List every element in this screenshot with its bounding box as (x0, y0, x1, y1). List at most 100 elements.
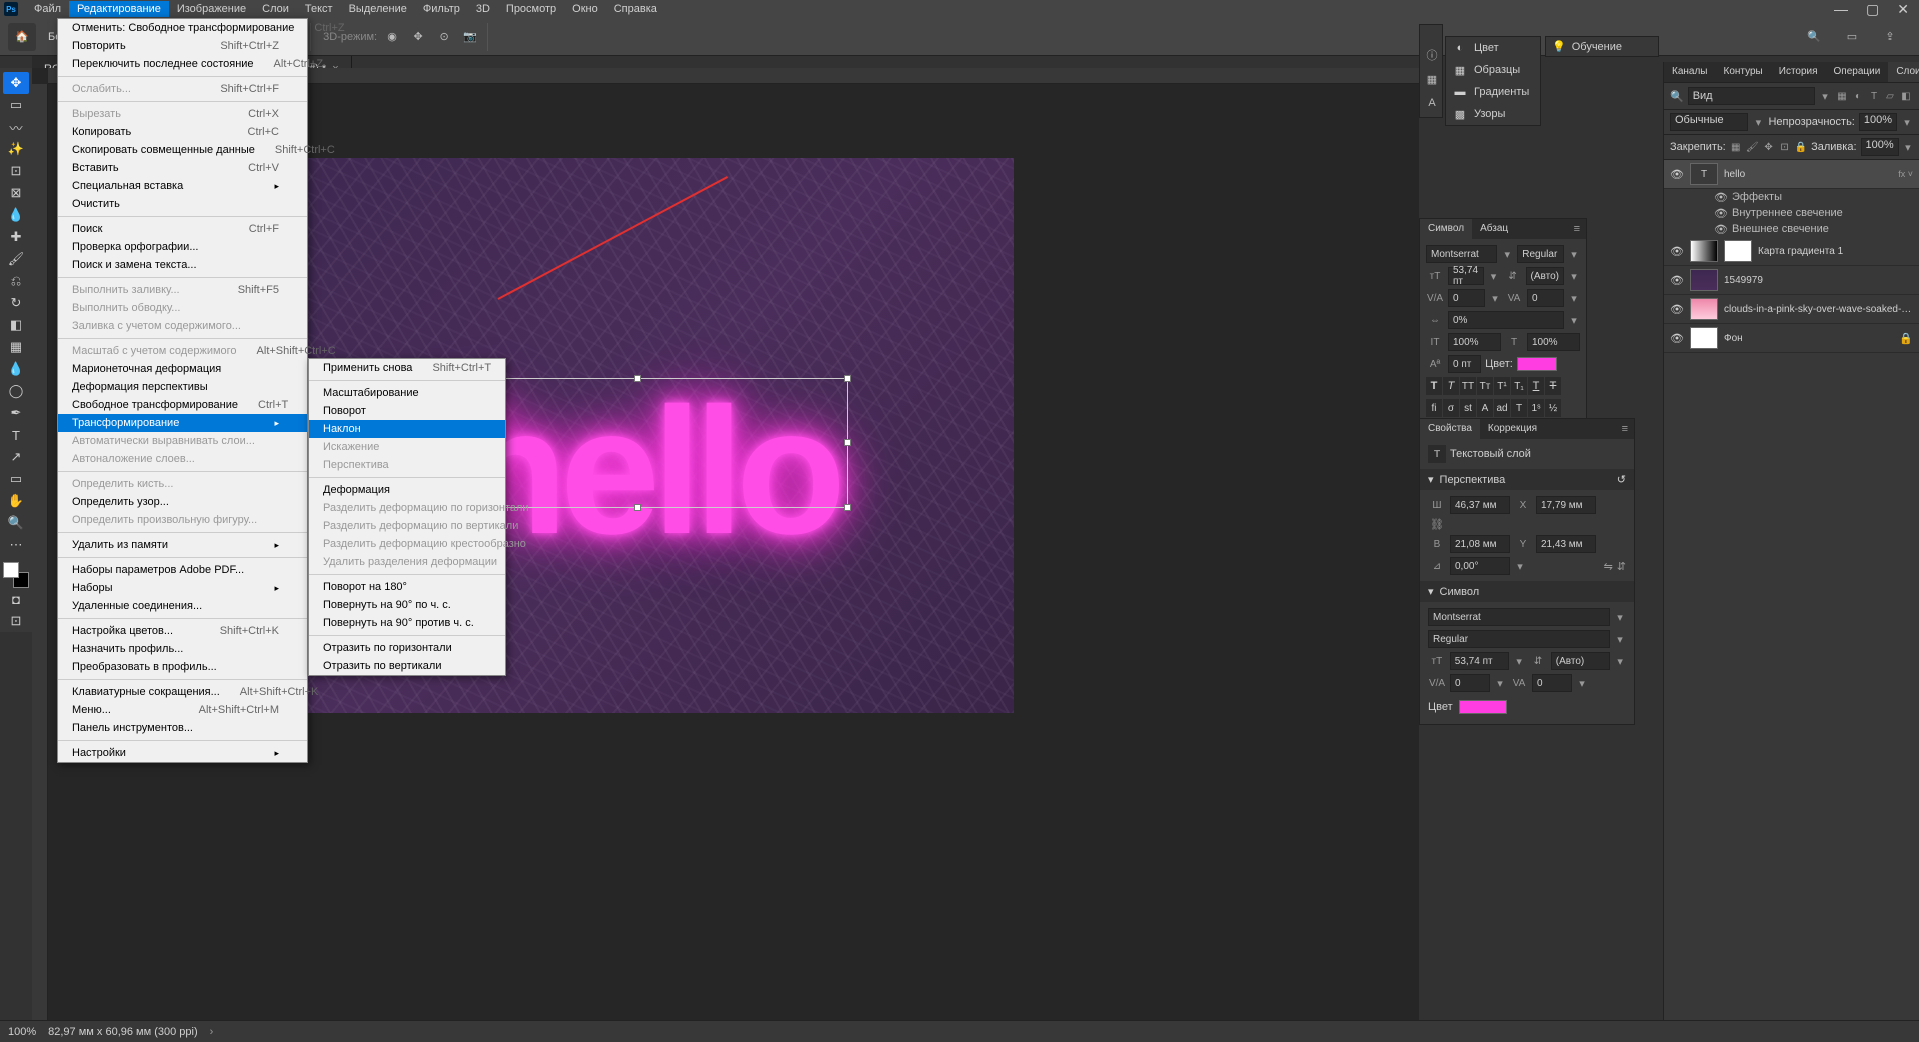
layer-thumbnail[interactable] (1690, 298, 1718, 320)
3d-pan-icon[interactable]: ✥ (407, 26, 429, 48)
menu-item[interactable]: Повернуть на 90° по ч. с. (309, 596, 505, 614)
crop-tool[interactable]: ⊡ (3, 160, 29, 182)
angle-field[interactable]: 0,00° (1450, 557, 1510, 575)
chevron-right-icon[interactable]: › (210, 1026, 214, 1038)
menu-3d[interactable]: 3D (468, 1, 498, 17)
menu-item[interactable]: Поиск и замена текста... (58, 256, 307, 274)
transform-submenu[interactable]: Применить сноваShift+Ctrl+TМасштабирован… (308, 358, 506, 676)
menu-file[interactable]: Файл (26, 1, 69, 17)
close-icon[interactable]: ✕ (1897, 1, 1909, 18)
tab-paths[interactable]: Контуры (1716, 62, 1771, 82)
3d-cam-icon[interactable]: 📷 (459, 26, 481, 48)
menu-item[interactable]: ПоискCtrl+F (58, 220, 307, 238)
lasso-tool[interactable]: 〰 (3, 116, 29, 138)
ruler-vertical[interactable] (32, 84, 48, 1020)
home-icon[interactable]: 🏠 (8, 23, 36, 51)
lock-paint-icon[interactable]: 🖌 (1746, 140, 1759, 154)
stamp-tool[interactable]: ⎌ (3, 270, 29, 292)
menu-item[interactable]: Свободное трансформированиеCtrl+T (58, 396, 307, 414)
superscript-btn[interactable]: T¹ (1494, 377, 1510, 395)
handle-mr[interactable] (844, 439, 851, 446)
lig-T1-btn[interactable]: T (1511, 399, 1527, 417)
menu-item[interactable]: Очистить (58, 195, 307, 213)
screenmode-tool[interactable]: ⊡ (3, 610, 29, 632)
menu-view[interactable]: Просмотр (498, 1, 564, 17)
lock-nest-icon[interactable]: ⊡ (1779, 140, 1791, 154)
link-icon[interactable]: ⛓ (1428, 518, 1446, 531)
filter-type-icon[interactable]: T (1867, 89, 1881, 103)
menu-filter[interactable]: Фильтр (415, 1, 468, 17)
menu-item[interactable]: Назначить профиль... (58, 640, 307, 658)
layer-effect[interactable]: 👁Внутреннее свечение (1664, 205, 1919, 221)
menu-item[interactable]: Специальная вставка (58, 177, 307, 195)
prop-font-field[interactable]: Montserrat (1428, 608, 1610, 626)
italic-btn[interactable]: T (1443, 377, 1459, 395)
filter-pixel-icon[interactable]: ▦ (1835, 89, 1849, 103)
fx-indicator[interactable]: fx ˅ (1898, 169, 1913, 179)
type-tool[interactable]: T (3, 424, 29, 446)
visibility-icon[interactable]: 👁 (1670, 245, 1684, 258)
pen-tool[interactable]: ✒ (3, 402, 29, 424)
prop-color-chip[interactable] (1459, 700, 1507, 714)
heal-tool[interactable]: ✚ (3, 226, 29, 248)
menu-item[interactable]: Удалить из памяти (58, 536, 307, 554)
3d-orbit-icon[interactable]: ◉ (381, 26, 403, 48)
section-character[interactable]: ▾Символ (1420, 581, 1634, 602)
section-perspective[interactable]: ▾Перспектива↺ (1420, 469, 1634, 490)
frame-tool[interactable]: ⊠ (3, 182, 29, 204)
lig-ad-btn[interactable]: ad (1494, 399, 1510, 417)
handle-br[interactable] (844, 504, 851, 511)
tab-channels[interactable]: Каналы (1664, 62, 1716, 82)
menu-item[interactable]: Отразить по горизонтали (309, 639, 505, 657)
eyedropper-tool[interactable]: 💧 (3, 204, 29, 226)
menu-item[interactable]: Поворот на 180° (309, 578, 505, 596)
dodge-tool[interactable]: ◯ (3, 380, 29, 402)
smallcaps-btn[interactable]: Tᴛ (1477, 377, 1493, 395)
visibility-icon[interactable]: 👁 (1670, 332, 1684, 345)
more-tools[interactable]: ⋯ (3, 534, 29, 556)
menu-item[interactable]: Определить узор... (58, 493, 307, 511)
menu-item[interactable]: Наборы (58, 579, 307, 597)
lig-btn[interactable]: σ (1443, 399, 1459, 417)
lock-pos-icon[interactable]: ✥ (1763, 140, 1775, 154)
menu-layers[interactable]: Слои (254, 1, 297, 17)
brush-tool[interactable]: 🖌 (3, 248, 29, 270)
layer-effect[interactable]: 👁Эффекты (1664, 189, 1919, 205)
layer-thumbnail[interactable] (1690, 240, 1718, 262)
layer-row[interactable]: 👁clouds-in-a-pink-sky-over-wave-soaked-b… (1664, 295, 1919, 324)
menu-item[interactable]: Отменить: Свободное трансформированиеCtr… (58, 19, 307, 37)
layer-row[interactable]: 👁Фон🔒 (1664, 324, 1919, 353)
allcaps-btn[interactable]: TT (1460, 377, 1476, 395)
panel-menu-icon[interactable]: ≡ (1616, 419, 1634, 439)
learn-panel[interactable]: 💡 Обучение (1545, 36, 1659, 57)
visibility-icon[interactable]: 👁 (1670, 303, 1684, 316)
prop-size-field[interactable]: 53,74 пт (1450, 652, 1509, 670)
tab-actions[interactable]: Операции (1826, 62, 1889, 82)
maximize-icon[interactable]: ▢ (1866, 1, 1879, 18)
lig-st-btn[interactable]: st (1460, 399, 1476, 417)
height-field[interactable]: 21,08 мм (1450, 535, 1510, 553)
quickmask-tool[interactable]: ◘ (3, 588, 29, 610)
tab-history[interactable]: История (1771, 62, 1826, 82)
history-brush-tool[interactable]: ↻ (3, 292, 29, 314)
menu-edit[interactable]: Редактирование (69, 1, 169, 17)
filter-shape-icon[interactable]: ▱ (1883, 89, 1897, 103)
opacity-field[interactable]: 100% (1859, 113, 1897, 131)
handle-tm[interactable] (634, 375, 641, 382)
menu-item[interactable]: КопироватьCtrl+C (58, 123, 307, 141)
layer-row[interactable]: 👁Карта градиента 1 (1664, 237, 1919, 266)
menu-item[interactable]: Скопировать совмещенные данныеShift+Ctrl… (58, 141, 307, 159)
kerning-field[interactable]: 0 (1527, 289, 1564, 307)
menu-window[interactable]: Окно (564, 1, 606, 17)
menu-item[interactable]: Деформация (309, 481, 505, 499)
swatch-icon[interactable]: ▦ (1422, 69, 1442, 89)
zoom-tool[interactable]: 🔍 (3, 512, 29, 534)
hscale-field[interactable]: 0% (1448, 311, 1564, 329)
mini-gradients[interactable]: ▬Градиенты (1446, 81, 1540, 103)
bold-btn[interactable]: T (1426, 377, 1442, 395)
filter-smart-icon[interactable]: ◧ (1899, 89, 1913, 103)
menu-item[interactable]: Масштабирование (309, 384, 505, 402)
menu-item[interactable]: ВставитьCtrl+V (58, 159, 307, 177)
menu-select[interactable]: Выделение (341, 1, 415, 17)
tab-character[interactable]: Символ (1420, 219, 1472, 239)
